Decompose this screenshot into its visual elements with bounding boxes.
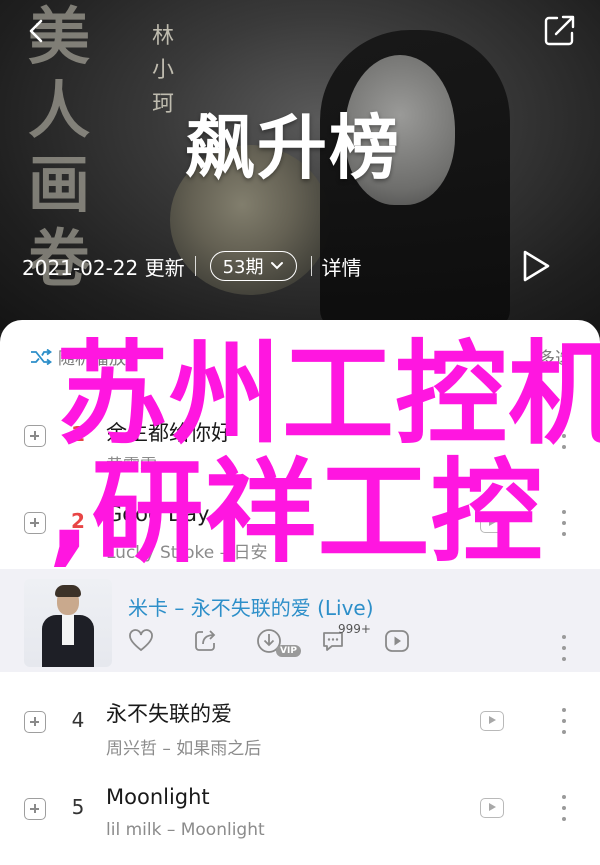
- chevron-down-icon: [270, 262, 283, 270]
- issue-count: 53期: [222, 257, 264, 278]
- now-playing-title: 米卡 – 永不失联的爱 (Live): [128, 596, 374, 620]
- song-rank: 4: [71, 708, 85, 732]
- cover-figure-hair: [55, 585, 81, 597]
- playlist-header: 美人画卷 林小珂 飙升榜 2021-02-22 更新 53期 详情: [0, 0, 600, 330]
- more-vertical-icon[interactable]: [556, 423, 572, 449]
- back-button[interactable]: [22, 16, 52, 46]
- shuffle-icon: [31, 348, 52, 365]
- divider: [310, 256, 312, 276]
- share-button[interactable]: [542, 12, 578, 48]
- song-rank: 2: [71, 509, 85, 533]
- song-artist: lil milk – Moonlight: [106, 820, 265, 840]
- more-vertical-icon[interactable]: [556, 708, 572, 734]
- divider: [194, 256, 196, 276]
- song-artist: 周兴哲 – 如果雨之后: [106, 739, 262, 759]
- song-artist: Lucky Stroke – 日安: [106, 543, 268, 563]
- song-artist: 黄霄雲: [106, 456, 157, 476]
- mv-play-icon[interactable]: [480, 711, 504, 731]
- share-icon: [544, 15, 575, 46]
- heart-icon[interactable]: [128, 628, 154, 654]
- more-vertical-icon[interactable]: [556, 795, 572, 821]
- add-icon[interactable]: [24, 425, 46, 447]
- add-icon[interactable]: [24, 711, 46, 733]
- issue-selector[interactable]: 53期: [209, 251, 297, 281]
- song-title: 余生都给你好: [106, 421, 232, 445]
- comment-count: 999+: [338, 622, 371, 636]
- shuffle-play-button[interactable]: 随机播放: [30, 344, 126, 369]
- update-date: 2021-02-22 更新: [22, 255, 185, 280]
- more-vertical-icon[interactable]: [556, 510, 572, 536]
- add-icon[interactable]: [24, 512, 46, 534]
- play-circle-icon[interactable]: [384, 628, 410, 654]
- mv-play-icon[interactable]: [480, 513, 504, 533]
- song-title: Good Day: [106, 502, 210, 526]
- multi-select-button[interactable]: 多选: [538, 344, 572, 369]
- song-list-panel: 随机播放 多选 1 余生都给你好 黄霄雲 2 Good Day Lucky St…: [0, 320, 600, 865]
- shuffle-label: 随机播放: [58, 349, 126, 369]
- more-vertical-icon[interactable]: [556, 635, 572, 661]
- page-title: 飙升榜: [185, 107, 401, 189]
- author-text: 林小珂: [151, 24, 174, 117]
- vip-badge: VIP: [276, 645, 301, 657]
- add-icon[interactable]: [24, 798, 46, 820]
- meta-row: 2021-02-22 更新 53期 详情: [22, 251, 362, 281]
- song-rank: 5: [71, 795, 85, 819]
- share-out-icon[interactable]: [192, 628, 218, 654]
- song-title: Moonlight: [106, 785, 210, 809]
- mv-play-icon[interactable]: [480, 798, 504, 818]
- back-arrow-icon: [29, 19, 43, 43]
- cover-figure-shirt: [62, 615, 74, 645]
- play-icon: [523, 250, 550, 282]
- song-rank: 1: [71, 422, 85, 446]
- play-all-button[interactable]: [520, 248, 552, 284]
- details-link[interactable]: 详情: [322, 252, 362, 281]
- album-cover[interactable]: [24, 579, 112, 667]
- song-title: 永不失联的爱: [106, 702, 232, 726]
- list-toolbar: 随机播放 多选: [0, 320, 600, 390]
